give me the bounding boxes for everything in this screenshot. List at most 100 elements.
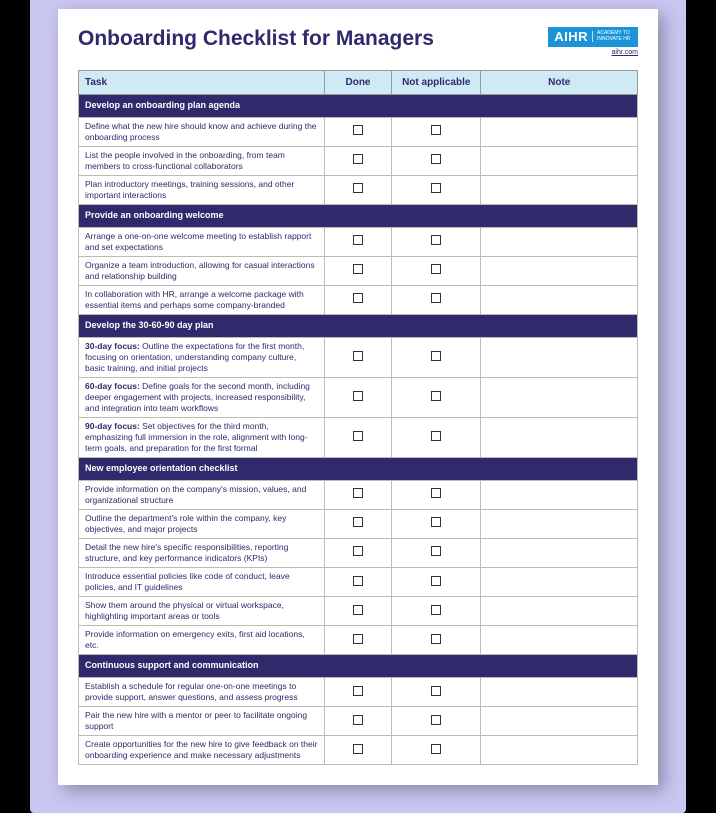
na-checkbox[interactable] [431,264,441,274]
task-cell: Show them around the physical or virtual… [79,597,325,626]
table-row: Pair the new hire with a mentor or peer … [79,707,638,736]
na-checkbox[interactable] [431,293,441,303]
note-cell[interactable] [481,377,638,417]
note-cell[interactable] [481,117,638,146]
done-checkbox[interactable] [353,686,363,696]
task-cell: Plan introductory meetings, training ses… [79,175,325,204]
done-checkbox[interactable] [353,744,363,754]
done-checkbox[interactable] [353,431,363,441]
note-cell[interactable] [481,597,638,626]
note-cell[interactable] [481,538,638,567]
na-checkbox[interactable] [431,488,441,498]
done-checkbox[interactable] [353,576,363,586]
task-lead: 30-day focus: [85,341,140,351]
table-row: 90-day focus: Set objectives for the thi… [79,417,638,457]
table-header-row: Task Done Not applicable Note [79,71,638,95]
note-cell[interactable] [481,227,638,256]
na-cell [392,736,481,765]
na-checkbox[interactable] [431,605,441,615]
brand-link[interactable]: aihr.com [548,49,638,56]
task-text: Provide information on the company's mis… [85,484,306,505]
na-checkbox[interactable] [431,183,441,193]
task-text: Organize a team introduction, allowing f… [85,260,315,281]
done-cell [324,509,391,538]
note-cell[interactable] [481,707,638,736]
note-cell[interactable] [481,285,638,314]
note-cell[interactable] [481,678,638,707]
task-text: Create opportunities for the new hire to… [85,739,317,760]
note-cell[interactable] [481,256,638,285]
col-header-task: Task [79,71,325,95]
page-header: Onboarding Checklist for Managers AIHR A… [78,27,638,56]
task-text: Outline the department's role within the… [85,513,286,534]
col-header-done: Done [324,71,391,95]
na-checkbox[interactable] [431,715,441,725]
task-cell: Organize a team introduction, allowing f… [79,256,325,285]
na-checkbox[interactable] [431,391,441,401]
na-checkbox[interactable] [431,154,441,164]
section-heading: Continuous support and communication [79,655,638,678]
na-checkbox[interactable] [431,634,441,644]
na-checkbox[interactable] [431,686,441,696]
done-cell [324,568,391,597]
section-heading-row: Develop an onboarding plan agenda [79,95,638,118]
na-cell [392,377,481,417]
done-checkbox[interactable] [353,546,363,556]
na-checkbox[interactable] [431,744,441,754]
task-cell: 30-day focus: Outline the expectations f… [79,337,325,377]
na-checkbox[interactable] [431,431,441,441]
na-cell [392,285,481,314]
done-checkbox[interactable] [353,351,363,361]
done-checkbox[interactable] [353,634,363,644]
section-heading-row: New employee orientation checklist [79,458,638,481]
note-cell[interactable] [481,146,638,175]
done-checkbox[interactable] [353,183,363,193]
done-checkbox[interactable] [353,391,363,401]
done-checkbox[interactable] [353,264,363,274]
task-lead: 90-day focus: [85,421,140,431]
done-checkbox[interactable] [353,154,363,164]
table-row: 30-day focus: Outline the expectations f… [79,337,638,377]
done-cell [324,285,391,314]
task-cell: Arrange a one-on-one welcome meeting to … [79,227,325,256]
na-checkbox[interactable] [431,235,441,245]
done-checkbox[interactable] [353,235,363,245]
na-checkbox[interactable] [431,351,441,361]
note-cell[interactable] [481,509,638,538]
na-checkbox[interactable] [431,125,441,135]
note-cell[interactable] [481,175,638,204]
done-checkbox[interactable] [353,517,363,527]
na-checkbox[interactable] [431,546,441,556]
task-lead: 60-day focus: [85,381,140,391]
note-cell[interactable] [481,480,638,509]
done-checkbox[interactable] [353,605,363,615]
na-checkbox[interactable] [431,517,441,527]
done-checkbox[interactable] [353,125,363,135]
table-row: Establish a schedule for regular one-on-… [79,678,638,707]
done-checkbox[interactable] [353,488,363,498]
done-checkbox[interactable] [353,293,363,303]
outer-frame: Onboarding Checklist for Managers AIHR A… [30,0,686,813]
section-heading: Provide an onboarding welcome [79,204,638,227]
note-cell[interactable] [481,417,638,457]
done-cell [324,117,391,146]
table-row: Outline the department's role within the… [79,509,638,538]
brand-short: AIHR [554,30,588,44]
done-cell [324,480,391,509]
table-row: 60-day focus: Define goals for the secon… [79,377,638,417]
done-cell [324,538,391,567]
done-cell [324,597,391,626]
col-header-note: Note [481,71,638,95]
na-cell [392,175,481,204]
note-cell[interactable] [481,568,638,597]
note-cell[interactable] [481,626,638,655]
section-heading: New employee orientation checklist [79,458,638,481]
note-cell[interactable] [481,736,638,765]
done-cell [324,146,391,175]
na-checkbox[interactable] [431,576,441,586]
na-cell [392,568,481,597]
done-checkbox[interactable] [353,715,363,725]
note-cell[interactable] [481,337,638,377]
brand-subtitle: ACADEMY TO INNOVATE HR [592,31,632,42]
task-text: Arrange a one-on-one welcome meeting to … [85,231,311,252]
